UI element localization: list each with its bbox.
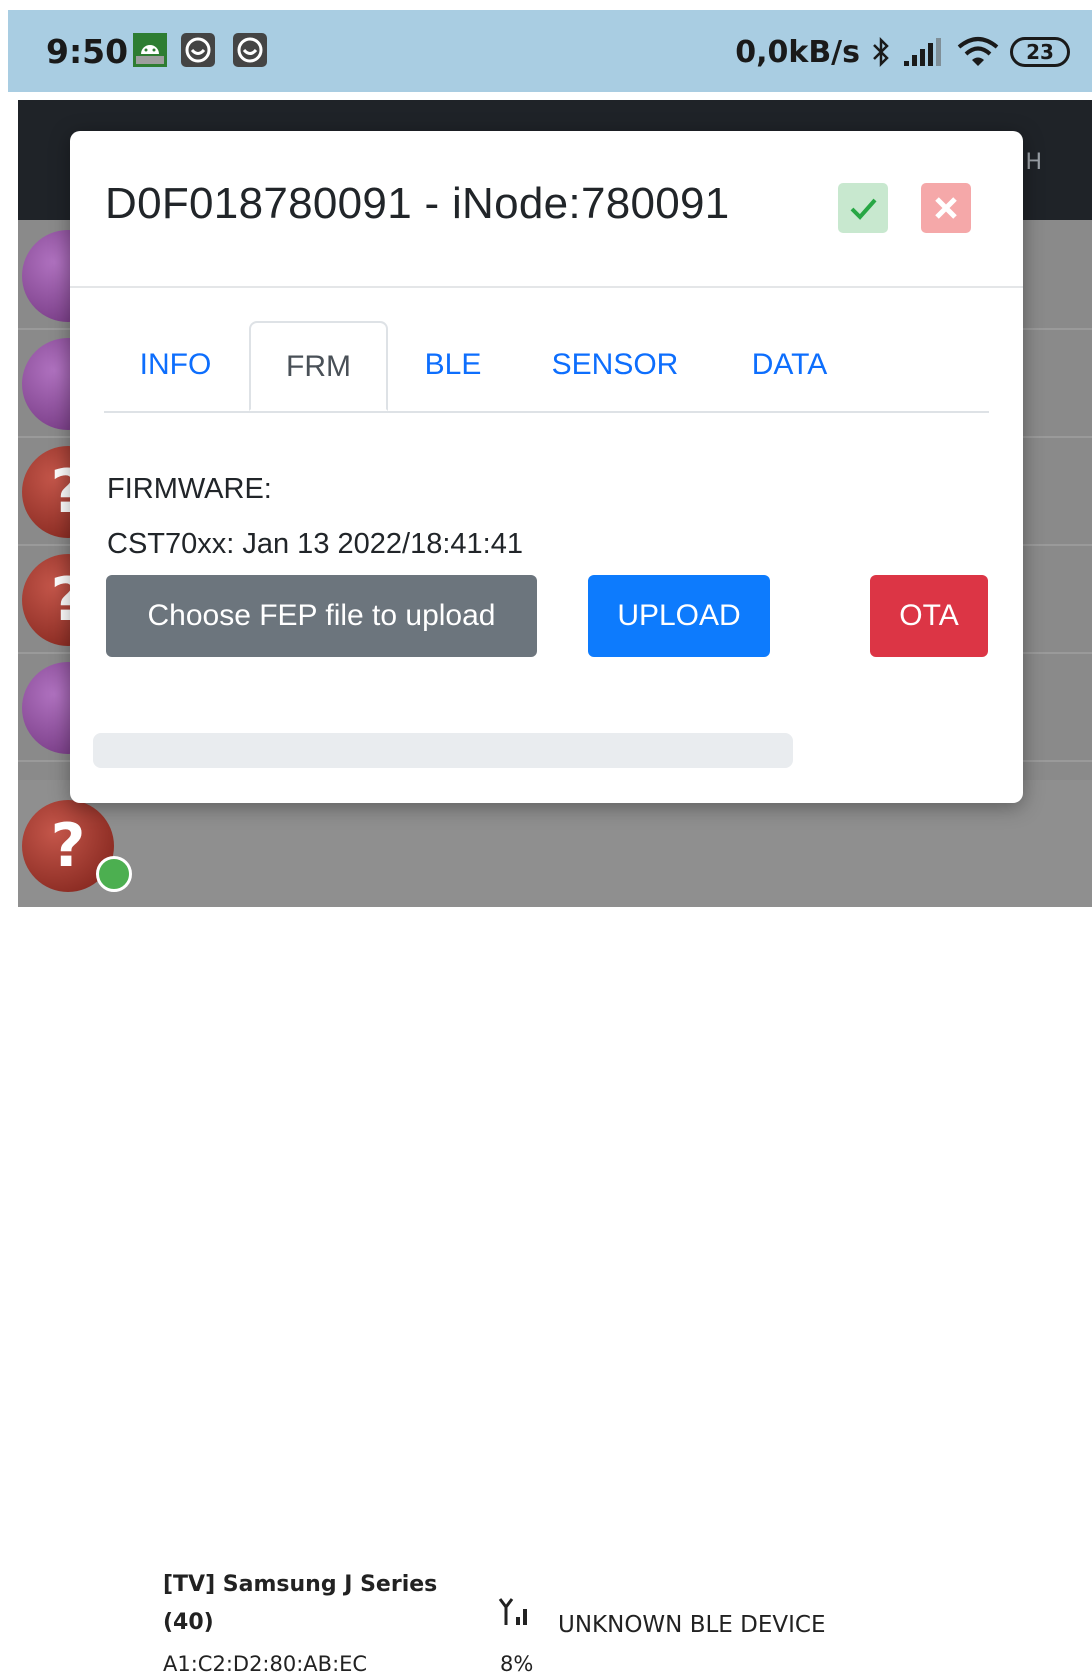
wifi-icon (957, 37, 999, 66)
confirm-button[interactable] (838, 183, 888, 233)
bluetooth-icon (873, 36, 889, 68)
device-name-count: (40) (163, 1610, 214, 1635)
status-bar: 9:50 0,0kB/s 23 (8, 10, 1092, 92)
tab-sensor[interactable]: SENSOR (534, 321, 696, 409)
dialog-title: D0F018780091 - iNode:780091 (105, 179, 730, 228)
device-dialog: D0F018780091 - iNode:780091 INFO FRM BLE… (70, 131, 1023, 803)
upload-progress-bar (93, 733, 793, 768)
close-icon (935, 197, 957, 219)
battery-icon: 23 (1010, 37, 1070, 67)
tab-ble[interactable]: BLE (400, 321, 506, 409)
toolbar-partial-text: H (1025, 150, 1042, 175)
ota-button[interactable]: OTA (870, 575, 988, 657)
battery-level: 23 (1026, 40, 1054, 64)
tab-info[interactable]: INFO (104, 321, 247, 409)
clock: 9:50 (46, 32, 129, 71)
status-indicators: 0,0kB/s 23 (735, 32, 1070, 72)
android-notification-icon (133, 33, 167, 67)
signal-percent: 8% (500, 1652, 534, 1676)
tab-frm[interactable]: FRM (249, 321, 388, 411)
choose-file-button[interactable]: Choose FEP file to upload (106, 575, 537, 657)
firmware-version: CST70xx: Jan 13 2022/18:41:41 (107, 528, 523, 560)
device-mac: A1:C2:D2:80:AB:EC (163, 1652, 368, 1676)
smile-notification-icon (233, 33, 267, 67)
upload-button[interactable]: UPLOAD (588, 575, 770, 657)
signal-strength-icon (498, 1598, 527, 1625)
tab-data[interactable]: DATA (724, 321, 855, 409)
firmware-label: FIRMWARE: (107, 473, 272, 505)
device-type: UNKNOWN BLE DEVICE (558, 1612, 826, 1638)
close-button[interactable] (921, 183, 971, 233)
device-name: [TV] Samsung J Series (163, 1572, 438, 1597)
network-speed: 0,0kB/s (735, 34, 860, 70)
smile-notification-icon (181, 33, 215, 67)
tab-bar: INFO FRM BLE SENSOR DATA (104, 321, 989, 413)
dialog-header: D0F018780091 - iNode:780091 (70, 131, 1023, 288)
cell-signal-icon (904, 38, 941, 66)
check-icon (850, 198, 877, 220)
